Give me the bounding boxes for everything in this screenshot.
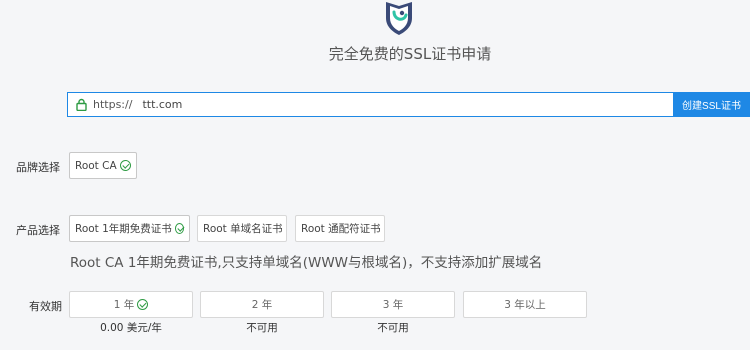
product-option-wildcard[interactable]: Root 通配符证书 [295, 215, 385, 242]
brand-label: 品牌选择 [16, 161, 60, 174]
create-ssl-button[interactable]: 创建SSL证书 [673, 92, 750, 117]
validity-option-label: 1 年 [113, 299, 135, 311]
product-option-label: Root 1年期免费证书 [75, 223, 172, 235]
check-circle-icon [174, 223, 184, 234]
validity-option-label: 2 年 [251, 299, 273, 311]
validity-option-3yr[interactable]: 3 年 [331, 291, 455, 318]
lock-icon [76, 98, 87, 111]
validity-option-3yr-plus[interactable]: 3 年以上 [463, 291, 587, 318]
brand-option-label: Root CA [75, 159, 117, 172]
product-option-free-1yr[interactable]: Root 1年期免费证书 [69, 215, 190, 242]
product-option-label: Root 通配符证书 [301, 223, 381, 235]
validity-option-label: 3 年 [382, 299, 404, 311]
product-label: 产品选择 [16, 224, 60, 237]
price-2yr: 不可用 [246, 322, 278, 334]
check-circle-icon [119, 160, 131, 171]
validity-option-1yr[interactable]: 1 年 [69, 291, 193, 318]
product-option-single-domain[interactable]: Root 单域名证书 [197, 215, 287, 242]
url-prefix: https:// [93, 98, 133, 111]
page-subtitle: 完全免费的SSL证书申请 [328, 45, 492, 63]
validity-option-label: 3 年以上 [504, 299, 546, 311]
brand-option-rootca[interactable]: Root CA [69, 152, 137, 179]
validity-option-2yr[interactable]: 2 年 [200, 291, 324, 318]
validity-label: 有效期 [29, 300, 62, 313]
domain-value: ttt.com [142, 98, 183, 111]
domain-input-row: https:// ttt.com 创建SSL证书 [67, 92, 750, 117]
price-3yr: 不可用 [377, 322, 409, 334]
price-1yr: 0.00 美元/年 [100, 322, 162, 334]
domain-input[interactable]: https:// ttt.com [67, 92, 673, 117]
product-option-label: Root 单域名证书 [203, 223, 283, 235]
product-description: Root CA 1年期免费证书,只支持单域名(WWW与根域名)，不支持添加扩展域… [70, 255, 543, 271]
shield-logo-icon [386, 2, 412, 35]
check-circle-icon [137, 299, 149, 310]
